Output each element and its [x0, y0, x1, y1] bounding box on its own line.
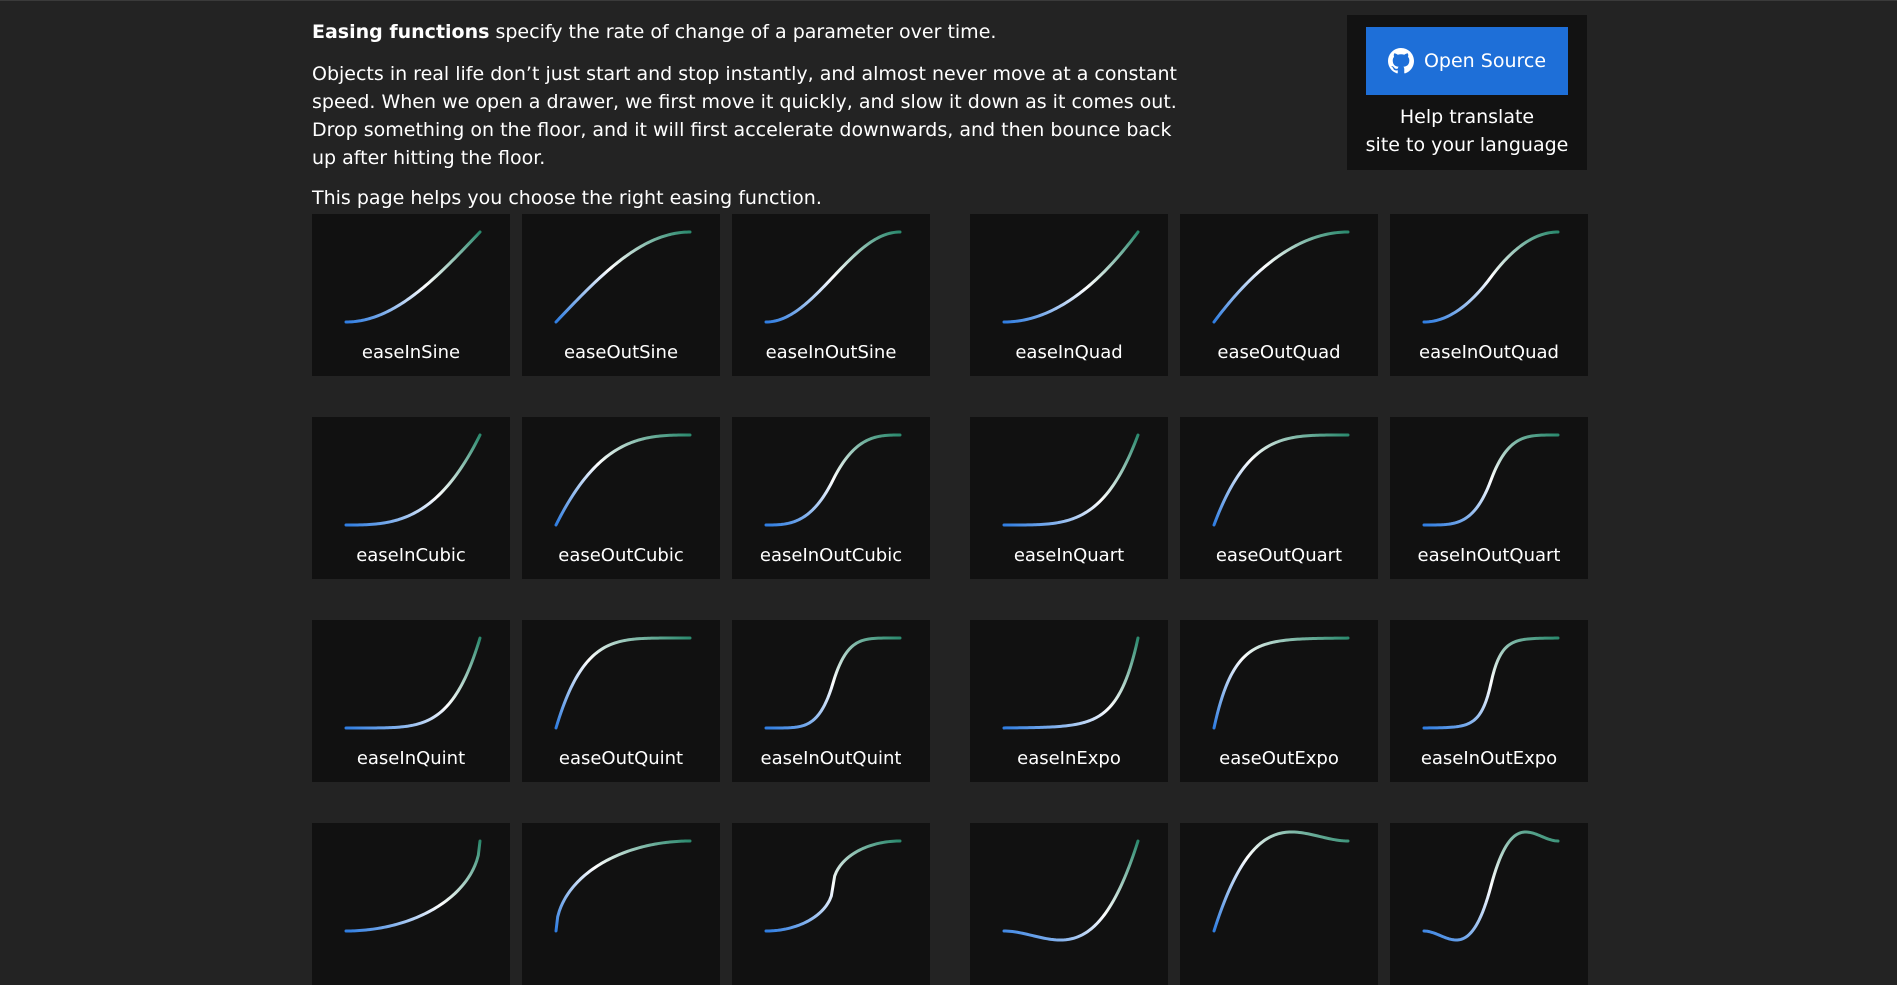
easing-curve-line	[1422, 830, 1560, 942]
easing-card-inOutBack[interactable]	[1390, 823, 1588, 985]
intro-closing: This page helps you choose the right eas…	[312, 187, 822, 209]
easing-card-easeInOutExpo[interactable]: easeInOutExpo	[1390, 620, 1588, 782]
easing-label: easeOutSine	[563, 342, 679, 363]
easing-curve-line	[1212, 636, 1350, 730]
easing-card-easeInOutQuart[interactable]: easeInOutQuart	[1390, 417, 1588, 579]
easing-curve-line	[1002, 839, 1140, 942]
easing-card-easeOutCubic[interactable]: easeOutCubic	[522, 417, 720, 579]
easing-curve-line	[1002, 433, 1140, 527]
easing-card-easeInQuint[interactable]: easeInQuint	[312, 620, 510, 782]
easing-curve-line	[1212, 433, 1350, 527]
easing-card-easeInOutSine[interactable]: easeInOutSine	[732, 214, 930, 376]
easing-label: easeInCubic	[356, 545, 466, 566]
easing-card-easeOutQuint[interactable]: easeOutQuint	[522, 620, 720, 782]
easing-curve	[1422, 830, 1560, 942]
open-source-panel: Open Source Help translate site to your …	[1347, 15, 1587, 170]
easing-curve	[764, 839, 902, 933]
easing-curve-line	[764, 839, 902, 933]
easing-curve-line	[344, 230, 482, 324]
easing-curve-line	[554, 839, 692, 933]
easing-curve-line	[344, 839, 482, 933]
easing-curve	[1002, 839, 1140, 942]
help-translate-link[interactable]: Help translate site to your language	[1347, 103, 1587, 159]
easing-curve-line	[554, 230, 692, 324]
github-icon	[1387, 48, 1414, 74]
intro-lead-bold: Easing functions	[312, 21, 490, 43]
intro-section: Easing functions specify the rate of cha…	[312, 18, 1212, 226]
help-translate-line1: Help translate	[1399, 106, 1535, 128]
easing-card-inOutCirc[interactable]	[732, 823, 930, 985]
help-translate-line2: site to your language	[1365, 134, 1569, 156]
easing-curve-line	[344, 433, 482, 527]
easing-card-easeInOutQuint[interactable]: easeInOutQuint	[732, 620, 930, 782]
easing-card-easeInSine[interactable]: easeInSine	[312, 214, 510, 376]
easing-card-inBack[interactable]	[970, 823, 1168, 985]
easing-curve-line	[344, 636, 482, 730]
easing-card-easeInCubic[interactable]: easeInCubic	[312, 417, 510, 579]
intro-lead-rest: specify the rate of change of a paramete…	[489, 21, 997, 43]
easing-label: easeInOutCubic	[759, 545, 903, 566]
easing-label: easeOutExpo	[1219, 748, 1339, 769]
easing-card-easeOutExpo[interactable]: easeOutExpo	[1180, 620, 1378, 782]
easing-card-outCirc[interactable]	[522, 823, 720, 985]
easing-label: easeInOutSine	[765, 342, 897, 363]
easing-card-outBack[interactable]	[1180, 823, 1378, 985]
easing-label: easeInQuint	[356, 748, 466, 769]
easing-curve-line	[1212, 230, 1350, 324]
easing-label: easeInOutExpo	[1420, 748, 1558, 769]
top-divider	[0, 0, 1897, 1]
intro-body: Objects in real life don’t just start an…	[312, 63, 1177, 169]
easing-curve-line	[764, 230, 902, 324]
easing-label: easeInSine	[361, 342, 461, 363]
open-source-label: Open Source	[1423, 50, 1547, 72]
easing-card-easeInQuad[interactable]: easeInQuad	[970, 214, 1168, 376]
easing-curve-line	[764, 636, 902, 730]
easing-curve-line	[554, 636, 692, 730]
easing-curve	[1212, 830, 1350, 933]
easing-label: easeOutCubic	[558, 545, 684, 566]
easing-label: easeInQuart	[1013, 545, 1125, 566]
easing-label: easeInOutQuint	[760, 748, 902, 769]
easing-label: easeOutQuint	[558, 748, 684, 769]
easing-curve-line	[1422, 636, 1560, 730]
easing-card-easeInQuart[interactable]: easeInQuart	[970, 417, 1168, 579]
easing-curve-line	[1002, 230, 1140, 324]
easing-curve-line	[1422, 230, 1560, 324]
easing-label: easeInOutQuad	[1419, 342, 1559, 363]
easing-curve-line	[764, 433, 902, 527]
easing-label: easeOutQuad	[1217, 342, 1341, 363]
easing-card-easeOutQuart[interactable]: easeOutQuart	[1180, 417, 1378, 579]
easing-label: easeInQuad	[1015, 342, 1123, 363]
open-source-button[interactable]: Open Source	[1366, 27, 1568, 95]
easing-label: easeInOutQuart	[1417, 545, 1561, 566]
easing-curve	[554, 839, 692, 933]
easing-card-inCirc[interactable]	[312, 823, 510, 985]
easing-curve-line	[554, 433, 692, 527]
easing-curve-line	[1002, 636, 1140, 730]
easing-label: easeOutQuart	[1215, 545, 1343, 566]
intro-lead: Easing functions specify the rate of cha…	[312, 18, 1212, 46]
easing-curve	[344, 839, 482, 933]
easing-curve-line	[1422, 433, 1560, 527]
easing-curve-line	[1212, 830, 1350, 933]
easing-card-easeInExpo[interactable]: easeInExpo	[970, 620, 1168, 782]
easing-card-easeInOutQuad[interactable]: easeInOutQuad	[1390, 214, 1588, 376]
easing-card-easeOutQuad[interactable]: easeOutQuad	[1180, 214, 1378, 376]
easing-card-easeInOutCubic[interactable]: easeInOutCubic	[732, 417, 930, 579]
easing-label: easeInExpo	[1017, 748, 1121, 769]
easing-card-easeOutSine[interactable]: easeOutSine	[522, 214, 720, 376]
